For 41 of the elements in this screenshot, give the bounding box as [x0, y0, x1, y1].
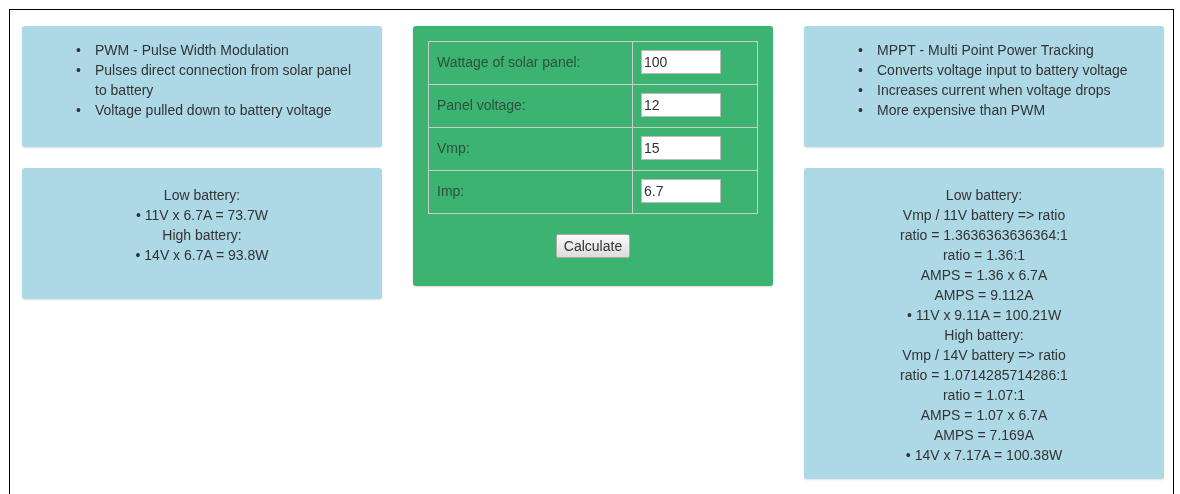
- result-line: AMPS = 9.112A: [933, 286, 1035, 305]
- result-line: Vmp / 11V battery => ratio: [901, 206, 1067, 225]
- field-label: Panel voltage:: [437, 96, 527, 115]
- result-line: • 11V x 9.11A = 100.21W: [905, 306, 1063, 325]
- field-label: Wattage of solar panel:: [437, 53, 582, 72]
- bullet-item: Converts voltage input to battery voltage: [877, 61, 1128, 80]
- input-field[interactable]: 15: [641, 136, 721, 160]
- result-line: ratio = 1.36:1: [941, 246, 1027, 265]
- input-field[interactable]: 6.7: [641, 179, 721, 203]
- bullet-mark: •: [858, 81, 864, 100]
- result-line: ratio = 1.0714285714286:1: [899, 366, 1069, 385]
- bullet-item: PWM - Pulse Width Modulation: [95, 41, 289, 60]
- bullet-mark: •: [76, 41, 82, 60]
- bullet-item: Pulses direct connection from solar panel to battery: [95, 61, 353, 100]
- input-field[interactable]: 12: [641, 93, 721, 117]
- result-line: High battery:: [161, 226, 243, 245]
- result-line: AMPS = 1.36 x 6.7A: [919, 266, 1049, 285]
- bullet-mark: •: [858, 41, 864, 60]
- bullet-item: More expensive than PWM: [877, 101, 1046, 120]
- field-label: Imp:: [437, 182, 466, 201]
- result-line: AMPS = 7.169A: [933, 426, 1035, 445]
- result-line: ratio = 1.07:1: [941, 386, 1027, 405]
- result-line: Low battery:: [162, 186, 242, 205]
- input-field[interactable]: 100: [641, 50, 721, 74]
- bullet-mark: •: [858, 61, 864, 80]
- result-line: • 14V x 7.17A = 100.38W: [904, 446, 1064, 465]
- result-line: Low battery:: [944, 186, 1024, 205]
- result-line: • 11V x 6.7A = 73.7W: [135, 206, 269, 225]
- bullet-mark: •: [858, 101, 864, 120]
- result-line: • 14V x 6.7A = 93.8W: [134, 246, 270, 265]
- calculate-button[interactable]: Calculate: [555, 234, 631, 258]
- bullet-item: Voltage pulled down to battery voltage: [95, 101, 332, 120]
- bullet-mark: •: [76, 101, 82, 120]
- bullet-item: Increases current when voltage drops: [877, 81, 1111, 100]
- result-line: High battery:: [943, 326, 1025, 345]
- result-line: AMPS = 1.07 x 6.7A: [919, 406, 1049, 425]
- bullet-mark: •: [76, 61, 82, 80]
- bullet-item: MPPT - Multi Point Power Tracking: [877, 41, 1094, 60]
- result-line: ratio = 1.3636363636364:1: [899, 226, 1069, 245]
- field-label: Vmp:: [437, 139, 471, 158]
- result-line: Vmp / 14V battery => ratio: [901, 346, 1067, 365]
